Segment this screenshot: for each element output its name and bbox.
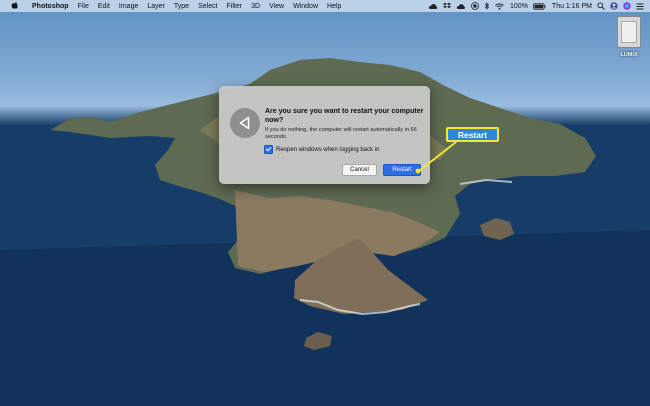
restart-callout-label: Restart xyxy=(446,127,499,142)
callout-connector xyxy=(415,141,457,174)
